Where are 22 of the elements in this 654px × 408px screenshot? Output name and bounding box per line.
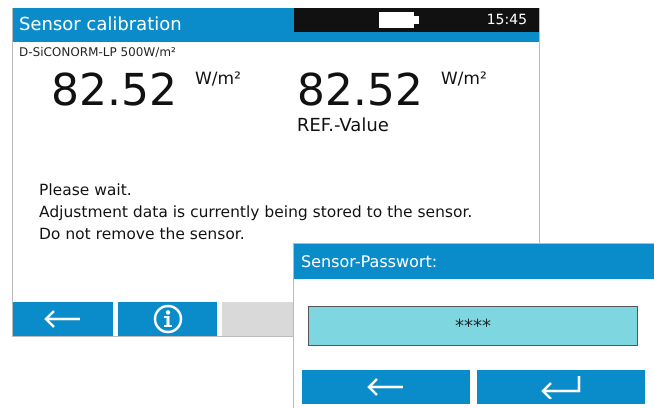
clock-time: 15:45 [486,12,527,28]
reading-caption: REF.-Value [296,115,390,136]
password-field[interactable]: **** [308,306,638,346]
back-arrow-icon [367,378,405,396]
message-line: Please wait. [39,180,133,201]
reading-value: 82.52 [296,67,423,115]
info-button[interactable] [118,302,217,336]
back-arrow-icon [44,310,82,328]
back-button[interactable] [302,370,470,404]
sensor-name: D-SiCONORM-LP 500W/m² [18,44,177,59]
info-icon [152,304,182,334]
message-line: Do not remove the sensor. [39,224,246,245]
reading-value: 82.52 [51,67,177,115]
reading-unit: W/m² [194,68,241,89]
enter-arrow-icon [540,375,582,399]
enter-button[interactable] [477,370,645,404]
dialog-title: Sensor-Passwort: [301,252,438,271]
battery-icon [379,12,419,28]
screen-title: Sensor calibration [18,13,182,37]
message-line: Adjustment data is currently being stored to the sensor. [39,202,474,223]
reading-unit: W/m² [440,68,487,89]
back-button[interactable] [13,302,113,336]
